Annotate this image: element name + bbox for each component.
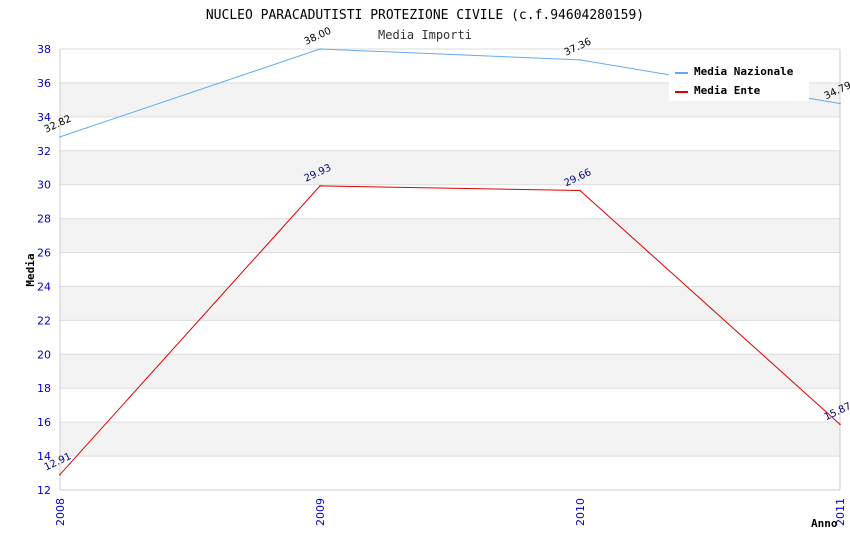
y-tick-label: 30 [37,179,51,192]
y-tick-label: 38 [37,43,51,56]
y-tick-label: 24 [37,280,51,293]
data-point [59,473,61,476]
x-tick-label: 2010 [574,498,587,526]
legend-label-media-nazionale: Media Nazionale [694,65,794,78]
x-axis-label: Anno [811,517,838,530]
y-tick-label: 18 [37,382,51,395]
y-tick-label: 26 [37,247,51,260]
grid-band [60,150,840,185]
grid-band [60,422,840,457]
y-tick-labels: 1214161820222426283032343638 [37,43,51,497]
grid-band [60,354,840,389]
x-tick-label: 2008 [54,498,67,526]
x-tick-labels: 2008 2009 2010 2011 [54,498,847,526]
legend-label-media-ente: Media Ente [694,84,761,97]
y-tick-label: 12 [37,484,51,497]
x-tick-label: 2009 [314,498,327,526]
grid-band [60,184,840,219]
grid-band [60,218,840,253]
data-point [59,136,61,138]
data-point [319,185,321,187]
data-label: 38.00 [303,26,334,48]
legend: Media Nazionale Media Ente [669,57,809,101]
chart-title: NUCLEO PARACADUTISTI PROTEZIONE CIVILE (… [206,8,644,23]
data-point [839,102,841,105]
y-tick-label: 16 [37,416,51,429]
grid-band [60,252,840,287]
chart-subtitle: Media Importi [378,28,472,42]
grid-band [60,320,840,355]
grid-band [60,286,840,321]
y-tick-label: 20 [37,348,51,361]
data-point [579,189,581,192]
y-tick-label: 28 [37,213,51,226]
data-point [579,59,581,61]
grid-band [60,116,840,151]
grid-band [60,456,840,490]
chart: 1214161820222426283032343638 2008 2009 201… [24,8,850,530]
y-tick-label: 36 [37,77,51,90]
grid-band [60,388,840,423]
data-point [839,423,841,426]
grid-bands [60,49,840,490]
y-tick-label: 22 [37,314,51,327]
data-point [319,48,321,50]
y-axis-label: Media [24,253,37,286]
y-tick-label: 32 [37,145,51,158]
